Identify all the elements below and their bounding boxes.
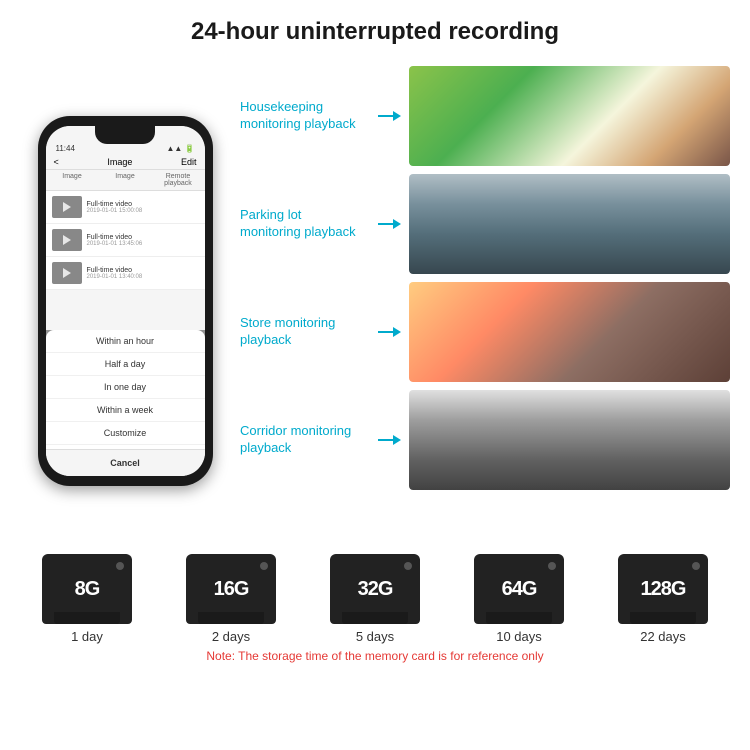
phone-back[interactable]: < [54, 157, 59, 167]
sd-card-128g: 128G [618, 554, 708, 624]
phone-item-label-1: Full-time video [87, 201, 143, 208]
dropdown-item-4[interactable]: Within a week [46, 399, 205, 422]
monitoring-image-store [409, 282, 730, 382]
phone-tab-image[interactable]: Image [46, 170, 99, 190]
sd-card-16g: 16G [186, 554, 276, 624]
arrow-tip-2 [393, 219, 401, 229]
phone-tabs: Image Image Remote playback [46, 170, 205, 191]
arrow-tip-4 [393, 435, 401, 445]
dropdown-item-1[interactable]: Within an hour [46, 330, 205, 353]
monitoring-row-4: Corridor monitoringplayback [240, 390, 730, 490]
phone-section: 11:44 ▲▲ 🔋 < Image Edit Image Image Remo… [20, 56, 230, 546]
dropdown-item-2[interactable]: Half a day [46, 353, 205, 376]
dropdown-item-3[interactable]: In one day [46, 376, 205, 399]
monitoring-image-corridor [409, 390, 730, 490]
monitoring-image-parking [409, 174, 730, 274]
sd-card-label-32g: 32G [358, 578, 393, 601]
card-days-8g: 1 day [71, 629, 103, 644]
monitoring-label-1: Housekeepingmonitoring playback [240, 99, 370, 133]
sd-card-label-8g: 8G [75, 578, 100, 601]
card-days-16g: 2 days [212, 629, 250, 644]
sd-card-label-16g: 16G [214, 578, 249, 601]
monitoring-row-1: Housekeepingmonitoring playback [240, 66, 730, 166]
phone-dropdown: Within an hour Half a day In one day Wit… [46, 330, 205, 476]
card-item-128g: 128G 22 days [618, 554, 708, 644]
card-item-16g: 16G 2 days [186, 554, 276, 644]
connector-1 [378, 111, 401, 121]
play-icon-1 [63, 202, 71, 212]
arrow-tip-3 [393, 327, 401, 337]
h-line-2 [378, 223, 393, 225]
play-icon-2 [63, 235, 71, 245]
phone-icons: ▲▲ 🔋 [166, 144, 194, 153]
right-section: Housekeepingmonitoring playback Parking … [240, 56, 730, 546]
phone-header-bar: < Image Edit [46, 155, 205, 170]
card-days-128g: 22 days [640, 629, 686, 644]
monitoring-label-3: Store monitoringplayback [240, 315, 370, 349]
phone-item-info-2: Full-time video 2019-01-01 13:45:06 [87, 234, 143, 247]
monitoring-row-3: Store monitoringplayback [240, 282, 730, 382]
phone-item-info-3: Full-time video 2019-01-01 13:40:08 [87, 267, 143, 280]
phone-time: 11:44 [56, 144, 75, 153]
connector-3 [378, 327, 401, 337]
connector-4 [378, 435, 401, 445]
card-days-64g: 10 days [496, 629, 542, 644]
sd-card-32g: 32G [330, 554, 420, 624]
play-icon-3 [63, 268, 71, 278]
connector-2 [378, 219, 401, 229]
phone-thumb-1 [52, 196, 82, 218]
phone-list-item-2: Full-time video 2019-01-01 13:45:06 [46, 224, 205, 257]
phone-device: 11:44 ▲▲ 🔋 < Image Edit Image Image Remo… [38, 116, 213, 486]
sd-card-64g: 64G [474, 554, 564, 624]
phone-screen-title: Image [107, 157, 132, 167]
cards-row: 8G 1 day 16G 2 days 32G 5 days 64G 10 da… [15, 554, 735, 644]
sd-card-8g: 8G [42, 554, 132, 624]
monitoring-row-2: Parking lotmonitoring playback [240, 174, 730, 274]
phone-list-item-1: Full-time video 2019-01-01 15:00:08 [46, 191, 205, 224]
dropdown-item-5[interactable]: Customize [46, 422, 205, 445]
card-item-64g: 64G 10 days [474, 554, 564, 644]
phone-edit[interactable]: Edit [181, 157, 197, 167]
phone-thumb-3 [52, 262, 82, 284]
phone-item-label-3: Full-time video [87, 267, 143, 274]
main-content: 11:44 ▲▲ 🔋 < Image Edit Image Image Remo… [0, 56, 750, 546]
phone-item-date-2: 2019-01-01 13:45:06 [87, 241, 143, 247]
phone-tab-image2[interactable]: Image [99, 170, 152, 190]
h-line-3 [378, 331, 393, 333]
page-header: 24-hour uninterrupted recording [0, 0, 750, 56]
phone-item-info-1: Full-time video 2019-01-01 15:00:08 [87, 201, 143, 214]
h-line-1 [378, 115, 393, 117]
phone-tab-remote[interactable]: Remote playback [152, 170, 205, 190]
dropdown-cancel[interactable]: Cancel [46, 449, 205, 476]
phone-notch [95, 126, 155, 144]
monitoring-label-4: Corridor monitoringplayback [240, 423, 370, 457]
card-item-8g: 8G 1 day [42, 554, 132, 644]
phone-screen: 11:44 ▲▲ 🔋 < Image Edit Image Image Remo… [46, 126, 205, 476]
card-days-32g: 5 days [356, 629, 394, 644]
bottom-section: 8G 1 day 16G 2 days 32G 5 days 64G 10 da… [0, 546, 750, 668]
phone-item-date-3: 2019-01-01 13:40:08 [87, 274, 143, 280]
card-item-32g: 32G 5 days [330, 554, 420, 644]
sd-card-label-128g: 128G [641, 578, 686, 601]
phone-thumb-2 [52, 229, 82, 251]
phone-item-date-1: 2019-01-01 15:00:08 [87, 208, 143, 214]
note-text: Note: The storage time of the memory car… [15, 649, 735, 663]
page-title: 24-hour uninterrupted recording [20, 18, 730, 46]
h-line-4 [378, 439, 393, 441]
arrow-tip-1 [393, 111, 401, 121]
phone-dropdown-inner: Within an hour Half a day In one day Wit… [46, 330, 205, 476]
phone-list-item-3: Full-time video 2019-01-01 13:40:08 [46, 257, 205, 290]
monitoring-image-housekeeping [409, 66, 730, 166]
sd-card-label-64g: 64G [502, 578, 537, 601]
monitoring-label-2: Parking lotmonitoring playback [240, 207, 370, 241]
phone-item-label-2: Full-time video [87, 234, 143, 241]
